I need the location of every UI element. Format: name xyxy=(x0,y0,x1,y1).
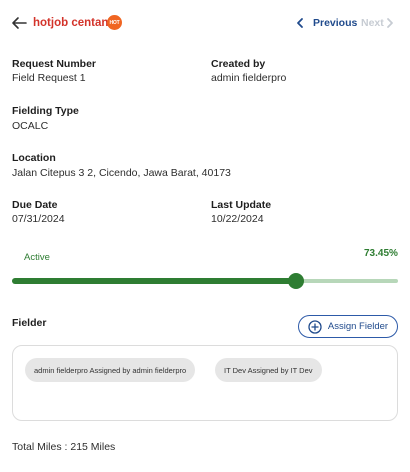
job-title: hotjob centang xyxy=(33,17,116,29)
due-date-value: 07/31/2024 xyxy=(12,213,65,225)
fielding-type-label: Fielding Type xyxy=(12,105,79,117)
fielder-label: Fielder xyxy=(12,317,47,329)
created-by-value: admin fielderpro xyxy=(211,72,287,84)
location-label: Location xyxy=(12,152,56,164)
assign-fielder-button[interactable]: Assign Fielder xyxy=(298,315,398,338)
previous-button[interactable]: Previous xyxy=(313,17,357,29)
created-by-label: Created by xyxy=(211,58,266,70)
assign-fielder-label: Assign Fielder xyxy=(327,321,389,332)
request-number-value: Field Request 1 xyxy=(12,72,86,84)
progress-percent: 73.45% xyxy=(364,248,398,259)
fielder-chip: admin fielderpro Assigned by admin field… xyxy=(25,358,196,382)
hot-badge-icon: HOT xyxy=(107,15,122,30)
fielding-type-value: OCALC xyxy=(12,120,49,132)
last-update-label: Last Update xyxy=(211,199,272,211)
back-arrow-icon[interactable] xyxy=(10,14,28,32)
total-miles: Total Miles : 215 Miles xyxy=(12,441,116,453)
due-date-label: Due Date xyxy=(12,199,58,211)
fielder-chip: IT Dev Assigned by IT Dev xyxy=(215,358,322,382)
status-label: Active xyxy=(24,252,50,263)
progress-slider-thumb[interactable] xyxy=(287,273,304,289)
plus-circle-icon xyxy=(308,319,322,334)
location-value: Jalan Citepus 3 2, Cicendo, Jawa Barat, … xyxy=(12,167,231,179)
fielder-list-box xyxy=(12,345,398,421)
progress-fill xyxy=(12,278,296,284)
chevron-right-icon[interactable] xyxy=(385,16,395,30)
next-button[interactable]: Next xyxy=(361,17,384,29)
request-number-label: Request Number xyxy=(12,58,97,70)
last-update-value: 10/22/2024 xyxy=(211,213,264,225)
chevron-left-icon[interactable] xyxy=(295,16,305,30)
